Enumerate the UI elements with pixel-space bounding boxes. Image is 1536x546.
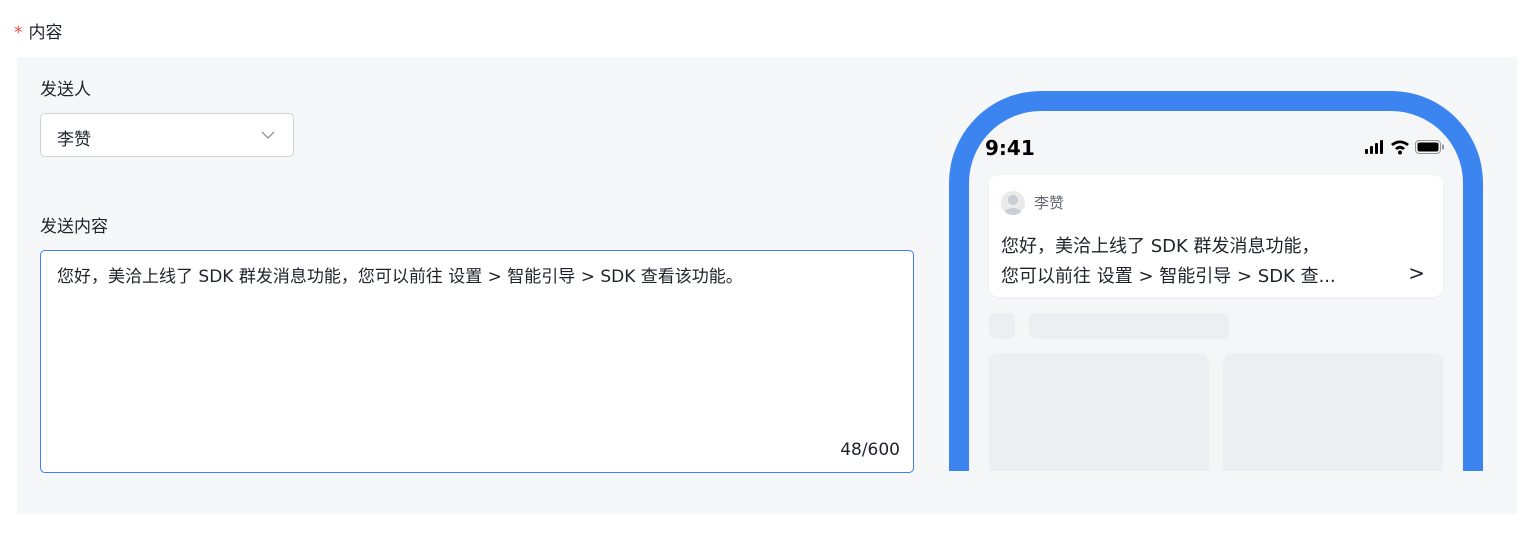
phone-screen: 9:41 李赞 您好，美洽上线了 SDK 群发消息功能， 您可以前往 设置 > … [969, 111, 1463, 471]
required-mark: * [14, 23, 23, 43]
chevron-down-icon [261, 131, 275, 139]
content-text: 您好，美洽上线了 SDK 群发消息功能，您可以前往 设置 > 智能引导 > SD… [57, 267, 743, 287]
skeleton-card [1223, 353, 1443, 471]
sender-label: 发送人 [40, 80, 91, 100]
notification-line-1: 您好，美洽上线了 SDK 群发消息功能， [1001, 236, 1320, 257]
wifi-icon [1391, 140, 1409, 155]
content-panel: 发送人 李赞 发送内容 您好，美洽上线了 SDK 群发消息功能，您可以前往 设置… [17, 57, 1517, 514]
section-title: 内容 [28, 23, 63, 43]
content-label: 发送内容 [40, 217, 108, 237]
status-icons [1365, 140, 1444, 155]
notification-card[interactable]: 李赞 您好，美洽上线了 SDK 群发消息功能， 您可以前往 设置 > 智能引导 … [989, 175, 1443, 297]
section-label: * 内容 [14, 18, 63, 43]
chevron-right-icon: > [1408, 261, 1425, 285]
phone-preview: 9:41 李赞 您好，美洽上线了 SDK 群发消息功能， 您可以前往 设置 > … [949, 91, 1483, 471]
sender-select-value: 李赞 [57, 130, 91, 150]
notification-sender: 李赞 [1034, 194, 1065, 212]
notification-line-2: 您可以前往 设置 > 智能引导 > SDK 查... [1001, 266, 1336, 287]
skeleton-square [989, 313, 1015, 339]
avatar-icon [1001, 191, 1025, 215]
sender-select[interactable]: 李赞 [40, 113, 294, 157]
battery-icon [1415, 140, 1444, 154]
signal-icon [1365, 140, 1383, 154]
skeleton-bar [1029, 313, 1229, 339]
content-textarea[interactable]: 您好，美洽上线了 SDK 群发消息功能，您可以前往 设置 > 智能引导 > SD… [40, 250, 914, 473]
char-counter: 48/600 [840, 440, 900, 460]
skeleton-card [989, 353, 1209, 471]
status-time: 9:41 [985, 136, 1035, 160]
